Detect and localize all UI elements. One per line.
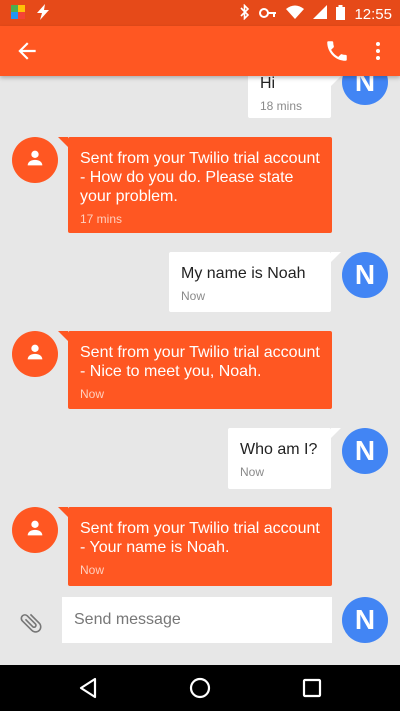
wifi-icon bbox=[286, 5, 305, 23]
own-avatar[interactable]: N bbox=[342, 76, 388, 105]
message-time: Now bbox=[80, 563, 105, 577]
back-arrow-icon[interactable] bbox=[14, 38, 40, 64]
contact-avatar[interactable] bbox=[12, 331, 58, 377]
back-triangle-icon[interactable] bbox=[75, 675, 101, 701]
outgoing-message[interactable]: Who am I? Now bbox=[228, 428, 331, 489]
photos-icon bbox=[10, 4, 26, 25]
avatar-letter: N bbox=[354, 259, 376, 290]
bubble-tail bbox=[58, 137, 68, 147]
incoming-message[interactable]: Sent from your Twilio trial account - Ni… bbox=[68, 331, 332, 409]
key-icon bbox=[259, 6, 277, 23]
message-text: My name is Noah bbox=[181, 265, 306, 282]
avatar-letter: N bbox=[354, 604, 376, 635]
outgoing-message[interactable]: My name is Noah Now bbox=[169, 252, 331, 312]
more-vert-icon[interactable] bbox=[366, 38, 390, 64]
cellular-signal-icon bbox=[313, 5, 328, 23]
message-text: Sent from your Twilio trial account - Yo… bbox=[80, 520, 320, 556]
incoming-message[interactable]: Sent from your Twilio trial account - Ho… bbox=[68, 137, 332, 233]
contact-avatar[interactable] bbox=[12, 137, 58, 183]
conversation-toolbar bbox=[0, 26, 400, 76]
person-icon bbox=[24, 147, 46, 174]
status-bar: 12:55 bbox=[0, 0, 400, 26]
bubble-tail bbox=[331, 76, 341, 86]
message-thread[interactable]: Hi 18 mins N Sent from your Twilio trial… bbox=[0, 76, 400, 596]
message-time: Now bbox=[181, 289, 206, 303]
message-composer: N bbox=[0, 596, 400, 652]
message-time: Now bbox=[240, 465, 265, 479]
bluetooth-icon bbox=[240, 3, 250, 24]
flash-icon bbox=[36, 4, 50, 25]
system-navigation-bar bbox=[0, 665, 400, 711]
message-time: Now bbox=[80, 387, 105, 401]
battery-icon bbox=[336, 4, 346, 24]
message-time: 17 mins bbox=[80, 212, 123, 226]
own-avatar[interactable]: N bbox=[342, 252, 388, 298]
person-icon bbox=[24, 517, 46, 544]
own-avatar[interactable]: N bbox=[342, 428, 388, 474]
recents-square-icon[interactable] bbox=[299, 675, 325, 701]
incoming-message[interactable]: Sent from your Twilio trial account - Yo… bbox=[68, 507, 332, 586]
bubble-tail bbox=[58, 507, 68, 517]
status-time: 12:55 bbox=[354, 5, 392, 23]
phone-icon[interactable] bbox=[324, 38, 350, 64]
message-time: 18 mins bbox=[260, 99, 303, 113]
send-message-input[interactable] bbox=[62, 597, 332, 643]
paperclip-icon[interactable] bbox=[18, 610, 44, 636]
person-icon bbox=[24, 341, 46, 368]
bubble-tail bbox=[331, 428, 341, 438]
message-text: Sent from your Twilio trial account - Ho… bbox=[80, 150, 320, 205]
bubble-tail bbox=[331, 252, 341, 262]
avatar-letter: N bbox=[354, 76, 376, 97]
message-text: Hi bbox=[260, 76, 276, 92]
bubble-tail bbox=[58, 331, 68, 341]
message-text: Who am I? bbox=[240, 441, 318, 458]
message-text: Sent from your Twilio trial account - Ni… bbox=[80, 344, 320, 380]
own-avatar[interactable]: N bbox=[342, 597, 388, 643]
avatar-letter: N bbox=[354, 435, 376, 466]
contact-avatar[interactable] bbox=[12, 507, 58, 553]
home-circle-icon[interactable] bbox=[187, 675, 213, 701]
outgoing-message[interactable]: Hi 18 mins bbox=[248, 76, 331, 118]
